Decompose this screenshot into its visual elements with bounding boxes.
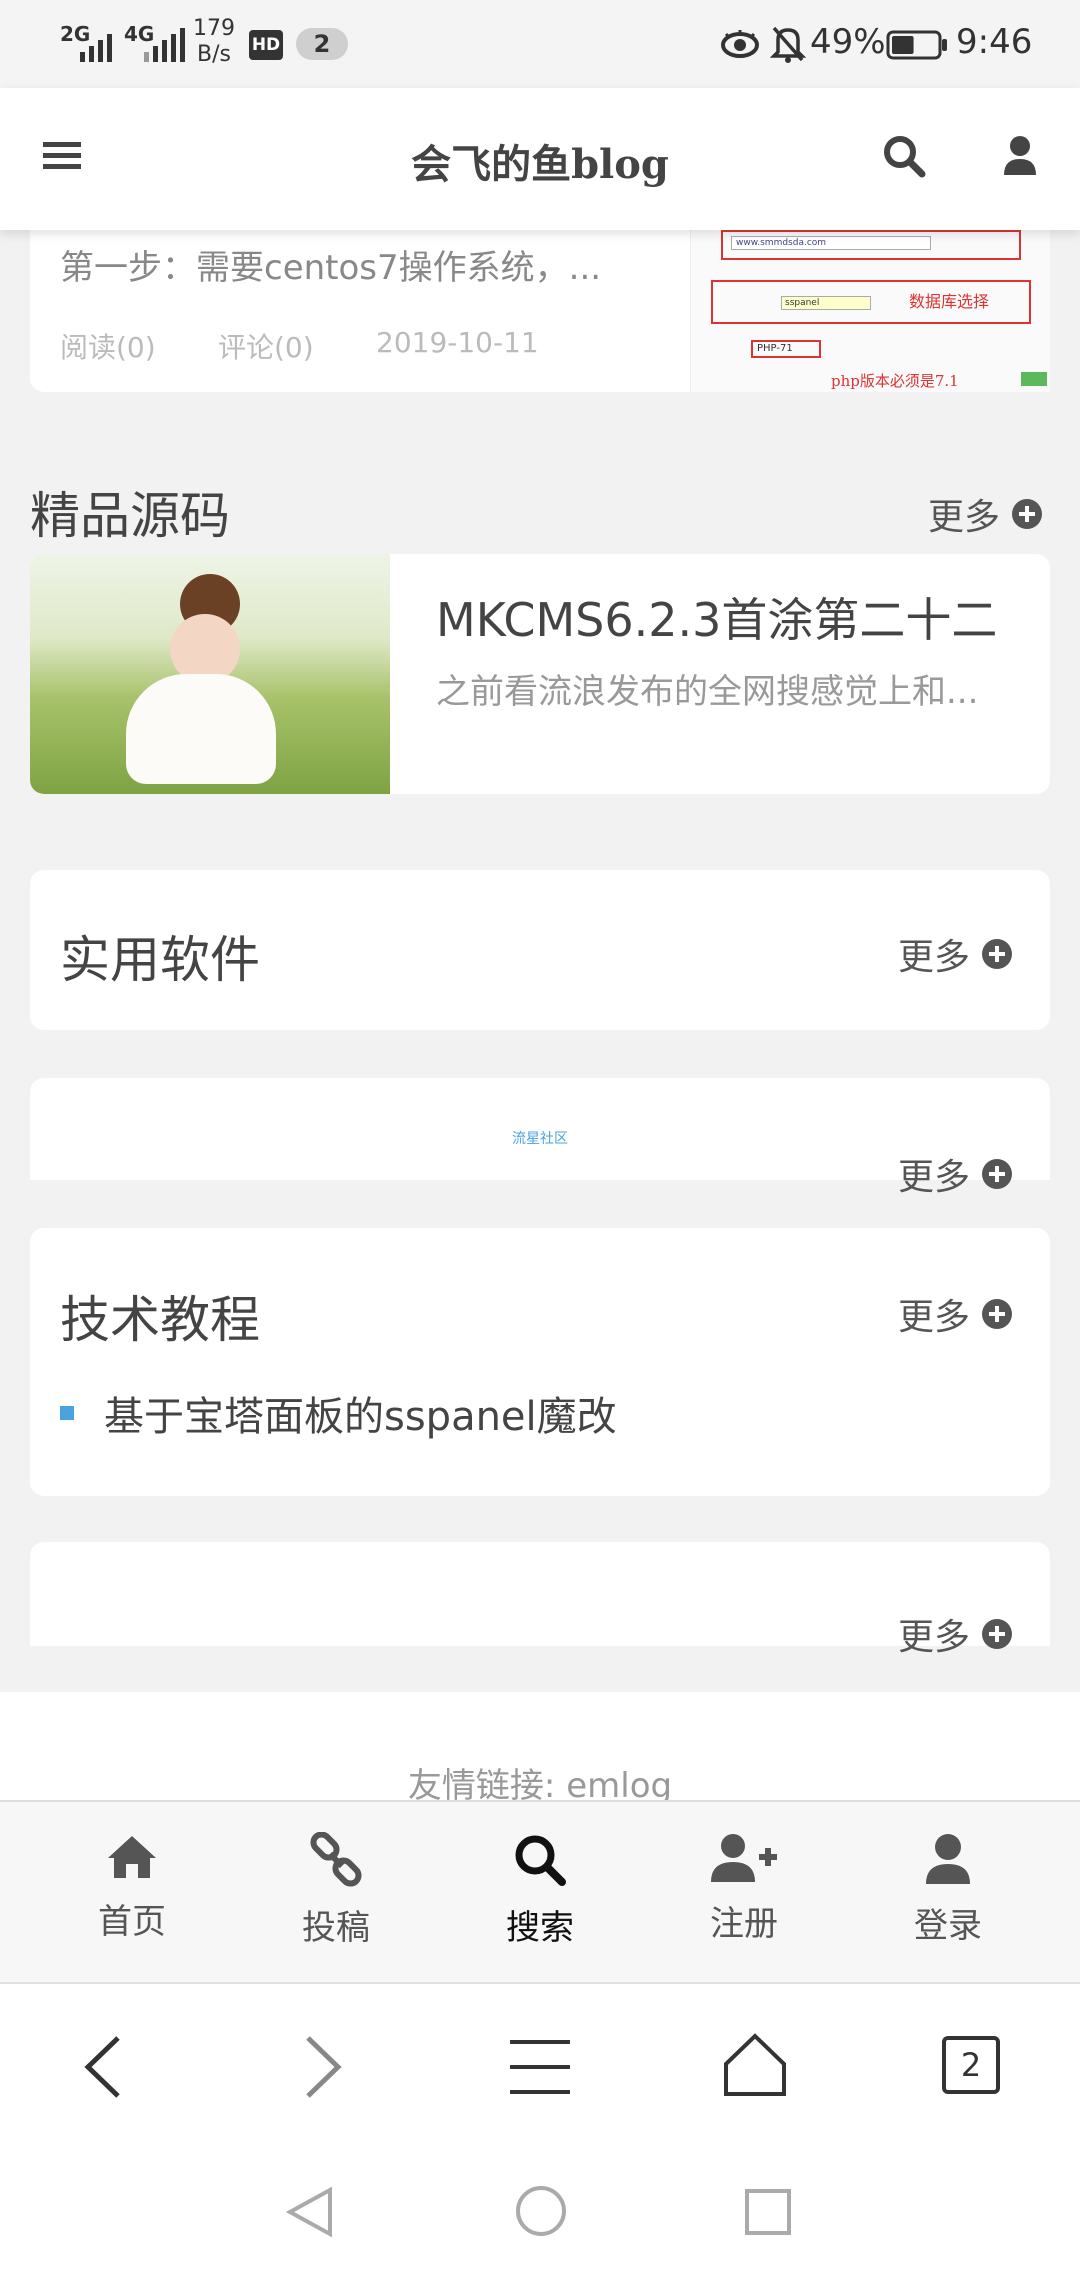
bullet-icon xyxy=(60,1406,74,1420)
browser-toolbar: 2 xyxy=(0,1982,1080,2152)
plus-circle-icon xyxy=(982,1619,1013,1649)
status-bar: 2G 4G 179 B/s HD 2 49% 9:46 xyxy=(0,0,1080,88)
system-back-button[interactable] xyxy=(285,2186,334,2242)
ad-link[interactable]: 流星社区 xyxy=(30,1128,1050,1148)
link-icon xyxy=(261,1831,411,1892)
search-icon xyxy=(465,1832,615,1892)
post-image[interactable] xyxy=(30,554,390,794)
section-title-premium-source: 精品源码 xyxy=(30,487,230,545)
browser-tabs-button[interactable]: 2 xyxy=(942,2036,1000,2094)
home-icon xyxy=(57,1832,207,1886)
featured-post-title[interactable]: MKCMS6.2.3首涂第二十二 xyxy=(436,584,997,650)
more-label: 更多 xyxy=(898,1617,971,1658)
bell-off-icon xyxy=(769,24,807,68)
more-link-empty[interactable]: 更多 xyxy=(898,1608,1013,1660)
header-search-button[interactable] xyxy=(874,128,934,188)
user-icon xyxy=(873,1832,1023,1890)
nav-login[interactable]: 登录 xyxy=(873,1832,1023,1947)
plus-circle-icon xyxy=(982,1159,1013,1189)
more-label: 更多 xyxy=(898,1297,971,1338)
nav-submit[interactable]: 投稿 xyxy=(261,1831,411,1949)
featured-post-card[interactable]: MKCMS6.2.3首涂第二十二 之前看流浪发布的全网搜感觉上和... xyxy=(30,554,1050,794)
hd-badge: HD xyxy=(249,30,283,60)
eye-icon xyxy=(720,28,760,66)
empty-section: 更多 xyxy=(30,1542,1050,1658)
system-navigation xyxy=(0,2152,1080,2280)
plus-circle-icon xyxy=(982,939,1013,969)
software-section: 实用软件 更多 xyxy=(30,870,1050,1030)
more-link-ad[interactable]: 更多 xyxy=(898,1148,1013,1200)
footer: 友情链接: emlog xyxy=(0,1692,1080,1806)
more-label: 更多 xyxy=(898,1157,971,1198)
system-home-button[interactable] xyxy=(514,2184,568,2242)
more-link-tutorials[interactable]: 更多 xyxy=(898,1288,1013,1340)
chevron-right-icon xyxy=(298,2036,348,2104)
header-user-button[interactable] xyxy=(990,128,1050,188)
search-icon xyxy=(882,134,926,182)
bottom-navigation: 首页 投稿 搜索 注册 登录 xyxy=(0,1800,1080,1982)
browser-menu-button[interactable] xyxy=(510,2036,570,2102)
site-header: 会飞的鱼blog xyxy=(0,88,1080,230)
circle-home-icon xyxy=(514,2186,568,2242)
nav-register[interactable]: 注册 xyxy=(669,1832,819,1945)
more-link-premium-source[interactable]: 更多 xyxy=(928,488,1043,540)
signal-strength-icon xyxy=(144,28,185,62)
notification-count-badge: 2 xyxy=(296,28,348,60)
system-recents-button[interactable] xyxy=(744,2188,792,2240)
list-item[interactable]: 基于宝塔面板的sspanel魔改 xyxy=(60,1384,617,1442)
section-title-tutorials: 技术教程 xyxy=(60,1291,260,1349)
nav-search[interactable]: 搜索 xyxy=(465,1832,615,1949)
post-comments[interactable]: 评论(0) xyxy=(218,326,314,366)
ad-section: 流星社区 更多 xyxy=(30,1078,1050,1198)
more-label: 更多 xyxy=(898,937,971,978)
menu-lines-icon xyxy=(510,2040,570,2102)
clock: 9:46 xyxy=(956,22,1033,62)
section-title-software: 实用软件 xyxy=(60,931,260,989)
triangle-back-icon xyxy=(285,2186,334,2242)
network-speed: 179 B/s xyxy=(193,16,235,67)
chevron-left-icon xyxy=(78,2036,128,2104)
square-recents-icon xyxy=(744,2189,792,2240)
signal-strength-icon xyxy=(80,28,112,62)
plus-circle-icon xyxy=(982,1299,1013,1329)
home-outline-icon xyxy=(722,2033,788,2102)
more-label: 更多 xyxy=(928,497,1001,538)
post-date: 2019-10-11 xyxy=(376,326,539,359)
tutorials-section: 技术教程 更多 基于宝塔面板的sspanel魔改 xyxy=(30,1228,1050,1496)
post-reads: 阅读(0) xyxy=(60,331,156,364)
browser-forward-button[interactable] xyxy=(298,2034,348,2104)
plus-circle-icon xyxy=(1012,499,1043,529)
battery-percent: 49% xyxy=(810,22,886,62)
featured-post-excerpt: 之前看流浪发布的全网搜感觉上和... xyxy=(436,672,979,712)
more-link-software[interactable]: 更多 xyxy=(898,928,1013,980)
browser-back-button[interactable] xyxy=(78,2034,128,2104)
browser-home-button[interactable] xyxy=(722,2032,788,2102)
user-plus-icon xyxy=(669,1832,819,1888)
post-excerpt: 第一步：需要centos7操作系统，... xyxy=(60,248,602,288)
nav-home[interactable]: 首页 xyxy=(57,1832,207,1943)
tutorial-link[interactable]: 基于宝塔面板的sspanel魔改 xyxy=(104,1384,617,1442)
user-icon xyxy=(1002,135,1038,181)
battery-icon xyxy=(886,30,948,64)
